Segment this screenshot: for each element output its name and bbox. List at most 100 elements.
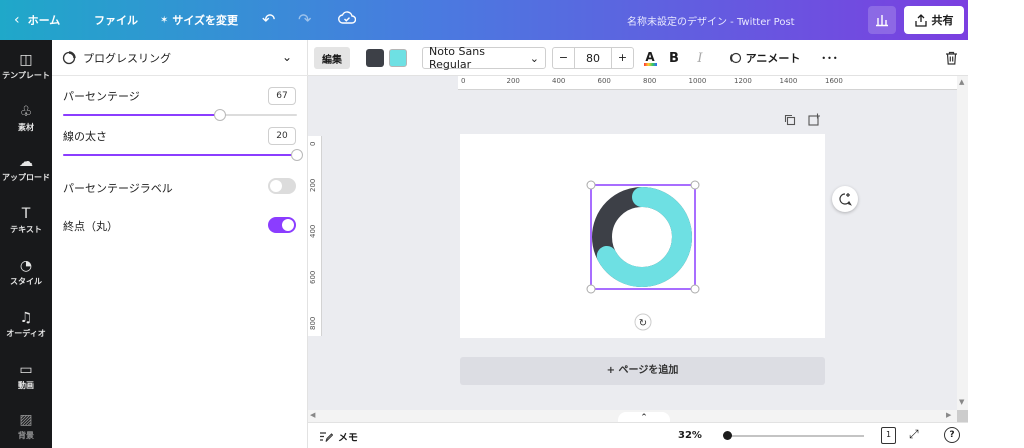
rail-item-text[interactable]: T テキスト	[0, 206, 52, 235]
editor-toolbar: 編集 Noto Sans Regular ⌄ − 80 + A B I アニメー…	[308, 40, 968, 76]
fullscreen-button[interactable]: ⤢	[909, 427, 919, 442]
delete-button[interactable]	[942, 47, 960, 69]
toggle-knob	[270, 180, 282, 192]
redo-button[interactable]: ↷	[298, 10, 311, 29]
template-icon: ◫	[19, 52, 33, 68]
rail-label: 素材	[18, 123, 34, 132]
canvas-workspace[interactable]: 0 200 400 600 800 1000 1200 1400 1600 0 200 400 600…	[308, 76, 968, 422]
font-family-select[interactable]: Noto Sans Regular ⌄	[422, 45, 546, 71]
ruler-tick-label: 800	[309, 316, 317, 330]
more-options-button[interactable]: •••	[818, 47, 842, 69]
font-size-increase-button[interactable]: +	[611, 48, 633, 68]
font-size-input[interactable]: 80	[575, 52, 611, 65]
rail-item-elements[interactable]: ♧ 素材	[0, 104, 52, 133]
stroke-width-slider-handle[interactable]	[291, 149, 303, 161]
selection-handle[interactable]	[586, 180, 596, 190]
percentage-label-toggle[interactable]	[268, 178, 296, 194]
help-button[interactable]: ?	[944, 427, 960, 443]
redo-icon: ↷	[298, 10, 312, 29]
selection-handle[interactable]	[586, 284, 596, 294]
rail-item-styles[interactable]: ◔ スタイル	[0, 258, 52, 287]
rail-item-audio[interactable]: ♫ オーディオ	[0, 310, 52, 339]
rail-label: アップロード	[2, 173, 50, 182]
cloud-save-button[interactable]	[338, 11, 356, 25]
audio-icon: ♫	[19, 310, 33, 326]
side-rail: ◫ テンプレート ♧ 素材 ☁ アップロード T テキスト ◔ スタイル ♫ オ…	[0, 40, 52, 448]
rail-item-video[interactable]: ▭ 動画	[0, 362, 52, 391]
rail-item-background[interactable]: ▨ 背景	[0, 412, 52, 441]
bold-button[interactable]: B	[666, 47, 682, 69]
stroke-width-input[interactable]: 20	[268, 127, 296, 145]
animate-button[interactable]: アニメート	[726, 47, 802, 69]
text-icon: T	[21, 206, 31, 222]
scroll-down-arrow[interactable]: ▼	[959, 398, 964, 406]
rounded-ends-toggle[interactable]	[268, 217, 296, 233]
share-label: 共有	[931, 14, 954, 27]
selection-handle[interactable]	[690, 180, 700, 190]
sparkle-icon: ✶	[160, 14, 169, 26]
scroll-corner	[957, 410, 968, 422]
animate-label: アニメート	[745, 52, 801, 65]
stats-button[interactable]	[868, 6, 896, 34]
chevron-down-icon[interactable]: ⌄	[282, 50, 292, 64]
font-size-decrease-button[interactable]: −	[553, 48, 575, 68]
ruler-tick-label: 400	[552, 77, 566, 85]
italic-button[interactable]: I	[692, 47, 708, 69]
percentage-slider-handle[interactable]	[213, 109, 226, 121]
add-page-button[interactable]: + ページを追加	[460, 357, 825, 385]
home-button[interactable]: ‹ ホーム	[14, 12, 60, 28]
duplicate-page-button[interactable]	[784, 114, 798, 128]
background-icon: ▨	[19, 412, 33, 428]
bold-label: B	[669, 50, 679, 66]
rotate-icon: ↻	[639, 318, 647, 329]
percentage-slider[interactable]	[63, 109, 297, 121]
add-page-quick-button[interactable]	[808, 113, 822, 127]
collapse-pages-button[interactable]: ⌃	[618, 412, 670, 422]
font-size-control: − 80 +	[552, 47, 634, 69]
add-comment-icon	[839, 193, 852, 206]
font-family-value: Noto Sans Regular	[429, 45, 485, 71]
undo-button[interactable]: ↶	[262, 10, 275, 29]
file-label: ファイル	[94, 14, 138, 27]
rail-label: 動画	[18, 381, 34, 390]
edit-button[interactable]: 編集	[314, 47, 350, 69]
zoom-level[interactable]: 32%	[678, 430, 702, 441]
panel-title: プログレスリング	[83, 51, 171, 65]
scroll-up-arrow[interactable]: ▲	[959, 78, 964, 86]
rail-item-templates[interactable]: ◫ テンプレート	[0, 52, 52, 81]
scroll-right-arrow[interactable]: ▶	[946, 411, 951, 419]
ruler-tick-label: 1400	[779, 77, 798, 85]
notes-button[interactable]: メモ	[319, 429, 358, 444]
share-button[interactable]: 共有	[904, 6, 964, 34]
top-bar: ‹ ホーム ファイル ✶ サイズを変更 ↶ ↷ 名称未設定のデザイン - Twi…	[0, 0, 968, 40]
ruler-tick-label: 800	[643, 77, 657, 85]
italic-label: I	[697, 50, 703, 66]
scroll-left-arrow[interactable]: ◀	[310, 411, 315, 419]
page-count-button[interactable]: 1	[881, 427, 896, 444]
rail-item-uploads[interactable]: ☁ アップロード	[0, 154, 52, 183]
vertical-scrollbar[interactable]: ▲ ▼	[957, 76, 968, 422]
text-color-button[interactable]: A	[642, 47, 658, 69]
ruler-tick-label: 1000	[688, 77, 707, 85]
percentage-input[interactable]: 67	[268, 87, 296, 105]
file-menu-button[interactable]: ファイル	[94, 12, 138, 28]
zoom-slider[interactable]	[723, 431, 864, 440]
comment-button[interactable]	[832, 186, 858, 212]
home-label: ホーム	[27, 14, 61, 27]
resize-button[interactable]: ✶ サイズを変更	[160, 12, 238, 28]
chevron-left-icon: ‹	[14, 12, 20, 28]
style-icon: ◔	[19, 258, 33, 274]
color-swatch-track[interactable]	[366, 49, 384, 67]
color-swatch-progress[interactable]	[389, 49, 407, 67]
stroke-width-slider[interactable]	[63, 149, 303, 161]
design-page[interactable]: ↻	[460, 134, 825, 338]
ruler-tick-label: 600	[597, 77, 611, 85]
selection-handle[interactable]	[690, 284, 700, 294]
progress-ring[interactable]: ↻	[460, 134, 825, 338]
elements-icon: ♧	[19, 104, 33, 120]
zoom-slider-handle[interactable]	[723, 431, 732, 440]
panel-header[interactable]: プログレスリング ⌄	[52, 40, 308, 76]
document-title[interactable]: 名称未設定のデザイン - Twitter Post	[627, 13, 795, 28]
rainbow-bar	[643, 62, 657, 66]
copy-icon	[784, 114, 796, 126]
